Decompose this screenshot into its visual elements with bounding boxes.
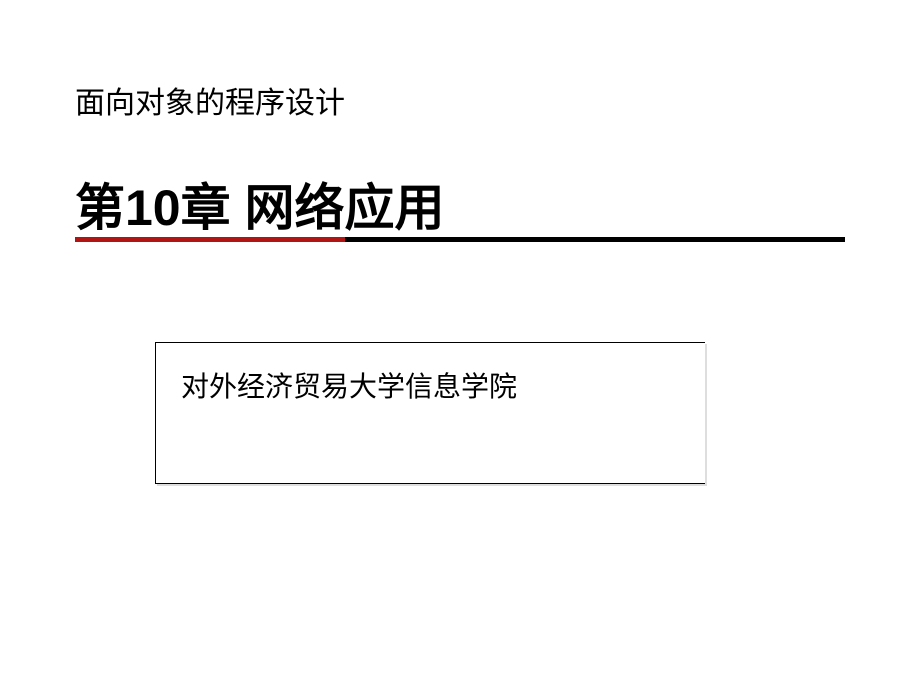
institution-name: 对外经济贸易大学信息学院 — [181, 365, 680, 405]
chapter-title: 第10章 网络应用 — [75, 168, 445, 240]
institution-box: 对外经济贸易大学信息学院 — [155, 342, 705, 484]
title-divider — [75, 237, 845, 242]
divider-black-segment — [345, 237, 845, 242]
divider-red-segment — [75, 237, 345, 242]
course-title: 面向对象的程序设计 — [75, 78, 345, 122]
presentation-slide: 面向对象的程序设计 第10章 网络应用 对外经济贸易大学信息学院 — [0, 0, 920, 690]
